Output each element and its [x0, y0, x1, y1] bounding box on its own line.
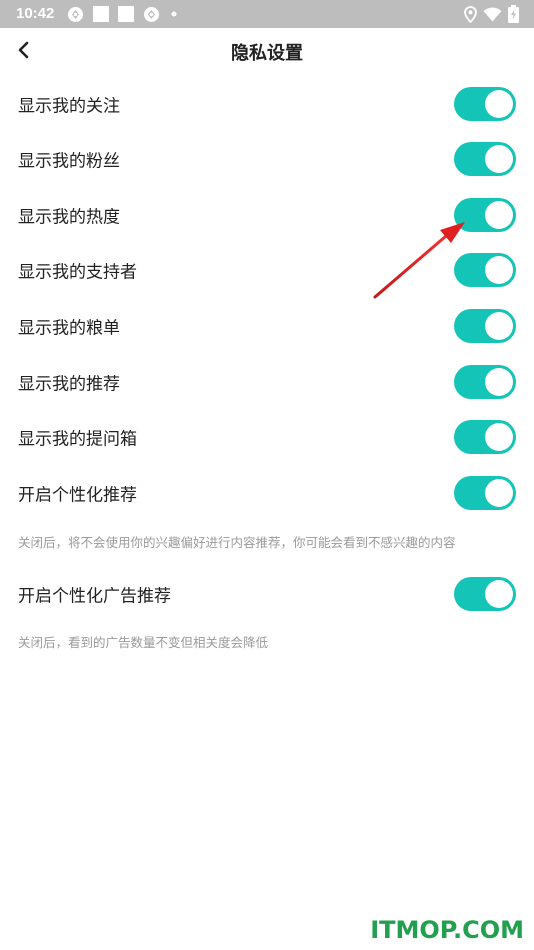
toggle-show-recommendations[interactable]: [454, 365, 516, 399]
personalized-ads-hint: 关闭后，看到的广告数量不变但相关度会降低: [18, 635, 269, 650]
toggle-show-following[interactable]: [454, 87, 516, 121]
square-notification-icon: [92, 5, 110, 23]
status-bar: 10:42: [0, 0, 534, 28]
setting-label: 显示我的推荐: [18, 374, 120, 395]
wifi-icon: [482, 5, 502, 23]
setting-row-show-fans: 显示我的粉丝: [0, 131, 534, 187]
toggle-personalized-recommendation[interactable]: [454, 476, 516, 510]
toggle-knob: [485, 368, 513, 396]
toggle-knob: [485, 423, 513, 451]
setting-label: 显示我的关注: [18, 96, 120, 117]
setting-label: 显示我的热度: [18, 207, 120, 228]
toggle-knob: [485, 201, 513, 229]
toggle-knob: [485, 256, 513, 284]
setting-label: 开启个性化推荐: [18, 485, 137, 506]
personalized-recommendation-hint: 关闭后，将不会使用你的兴趣偏好进行内容推荐，你可能会看到不感兴趣的内容: [18, 535, 456, 550]
back-button[interactable]: [8, 36, 40, 68]
toggle-knob: [485, 479, 513, 507]
setting-label: 显示我的粮单: [18, 318, 120, 339]
toggle-personalized-ads[interactable]: [454, 577, 516, 611]
setting-row-show-supporters: 显示我的支持者: [0, 242, 534, 298]
dot-icon: [170, 5, 178, 23]
setting-label: 开启个性化广告推荐: [18, 586, 171, 607]
sync-icon: [66, 5, 84, 23]
chevron-left-icon: [17, 41, 31, 63]
setting-row-show-question-box: 显示我的提问箱: [0, 409, 534, 465]
watermark-logo: ITMOP.COM: [370, 916, 524, 944]
toggle-show-ration-list[interactable]: [454, 309, 516, 343]
setting-label: 显示我的粉丝: [18, 151, 120, 172]
toggle-knob: [485, 312, 513, 340]
setting-label: 显示我的支持者: [18, 262, 137, 283]
setting-row-personalized-recommendation: 开启个性化推荐: [0, 465, 534, 521]
toggle-knob: [485, 145, 513, 173]
header-bar: 隐私设置: [0, 28, 534, 76]
setting-row-personalized-ads: 开启个性化广告推荐: [0, 566, 534, 622]
setting-row-show-following: 显示我的关注: [0, 76, 534, 132]
setting-row-show-popularity: 显示我的热度: [0, 187, 534, 243]
setting-row-show-ration-list: 显示我的粮单: [0, 298, 534, 354]
square-notification-icon: [117, 5, 135, 23]
toggle-knob: [485, 90, 513, 118]
toggle-knob: [485, 580, 513, 608]
page-title: 隐私设置: [231, 43, 303, 64]
toggle-show-popularity[interactable]: [454, 198, 516, 232]
toggle-show-fans[interactable]: [454, 142, 516, 176]
location-icon: [462, 5, 478, 23]
toggle-show-supporters[interactable]: [454, 253, 516, 287]
toggle-show-question-box[interactable]: [454, 420, 516, 454]
battery-charging-icon: [506, 5, 520, 23]
setting-row-show-recommendations: 显示我的推荐: [0, 354, 534, 410]
setting-label: 显示我的提问箱: [18, 429, 137, 450]
status-time: 10:42: [16, 5, 55, 22]
sync-icon: [142, 5, 160, 23]
